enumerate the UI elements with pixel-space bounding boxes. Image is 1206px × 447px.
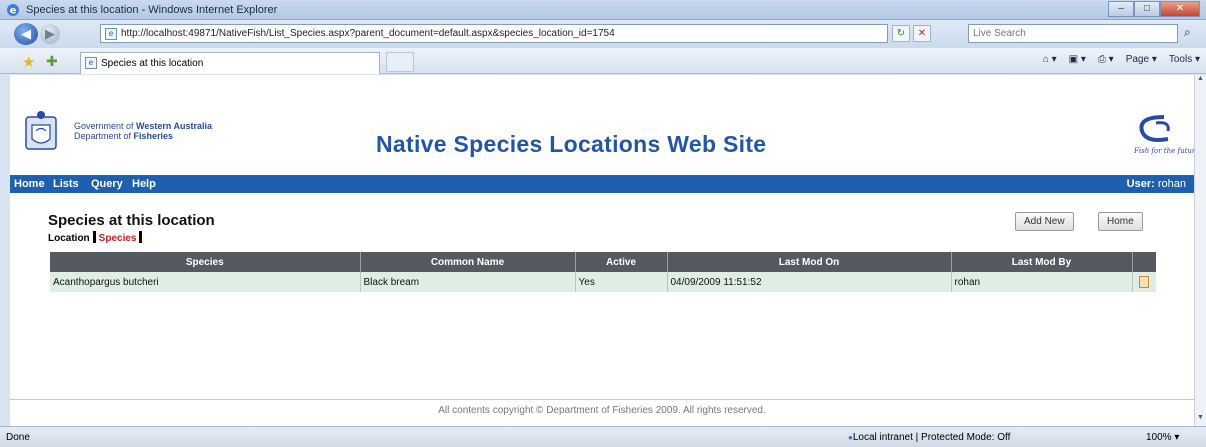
search-box[interactable] [968, 24, 1178, 43]
stop-button[interactable]: ✕ [913, 25, 931, 42]
home-button[interactable]: Home [1098, 212, 1143, 231]
address-url: http://localhost:49871/NativeFish/List_S… [121, 28, 615, 39]
government-branding: Government of Western Australia Departme… [74, 121, 212, 141]
menu-item-lists[interactable]: Lists [53, 178, 79, 190]
gov-line1-bold: Western Australia [136, 121, 213, 131]
main-menu-bar: Home Lists Query Help User: rohan [10, 175, 1194, 193]
menu-item-help[interactable]: Help [132, 178, 156, 190]
scroll-up-icon[interactable]: ▲ [1195, 75, 1206, 87]
site-title: Native Species Locations Web Site [376, 131, 767, 157]
copyright-text: All contents copyright © Department of F… [438, 405, 766, 416]
sub-tabs: Location Species [48, 231, 145, 244]
current-user: User: rohan [1127, 178, 1186, 190]
status-bar: Done Local intranet | Protected Mode: Of… [0, 426, 1206, 447]
cell-common-name: Black bream [360, 272, 576, 292]
zoom-level[interactable]: 100% ▾ [1146, 432, 1179, 443]
address-bar-row: ◀ ▶ e http://localhost:49871/NativeFish/… [0, 20, 1206, 48]
tab-label: Species at this location [101, 58, 204, 69]
back-button[interactable]: ◀ [14, 23, 38, 45]
feeds-icon[interactable]: ▣ ▾ [1069, 54, 1086, 65]
favorites-star-icon[interactable]: ★ [22, 53, 35, 71]
internet-explorer-icon: e [7, 4, 19, 17]
page-title: Species at this location [48, 212, 215, 229]
tab-species[interactable]: Species [99, 233, 137, 244]
tab-page-icon: e [85, 57, 97, 69]
forward-arrow-icon: ▶ [45, 26, 55, 41]
column-header-last-mod-by[interactable]: Last Mod By [951, 252, 1133, 272]
home-toolbar-icon[interactable]: ⌂ ▾ [1043, 54, 1057, 65]
tab-location[interactable]: Location [48, 233, 90, 244]
add-new-button[interactable]: Add New [1015, 212, 1074, 231]
page-icon: e [105, 28, 117, 40]
cell-species: Acanthopargus butcheri [50, 272, 361, 292]
fisheries-logo: Fish for the future [1134, 113, 1194, 155]
tab-separator [92, 231, 96, 243]
cell-last-mod-on: 04/09/2009 11:51:52 [667, 272, 952, 292]
column-header-last-mod-on[interactable]: Last Mod On [667, 252, 952, 272]
window-title: Species at this location - Windows Inter… [26, 4, 278, 16]
gov-line2-prefix: Department of [74, 131, 134, 141]
web-page: Government of Western Australia Departme… [10, 75, 1194, 426]
back-arrow-icon: ◀ [21, 26, 31, 41]
maximize-button[interactable]: □ [1134, 1, 1160, 17]
print-icon[interactable]: ⎙ ▾ [1098, 54, 1114, 65]
status-text: Done [6, 432, 30, 443]
tab-separator [139, 231, 143, 243]
minimize-button[interactable]: – [1108, 1, 1134, 17]
column-header-actions [1132, 252, 1156, 272]
site-header: Government of Western Australia Departme… [10, 75, 1194, 175]
user-label: User: [1126, 178, 1155, 190]
search-input[interactable] [969, 25, 1159, 42]
column-header-active[interactable]: Active [575, 252, 668, 272]
close-button[interactable]: ✕ [1160, 1, 1200, 17]
page-menu[interactable]: Page ▾ [1126, 54, 1157, 65]
scroll-down-icon[interactable]: ▼ [1195, 414, 1206, 426]
search-icon[interactable]: ⌕ [1184, 25, 1191, 40]
tab-bar: ★ ✚ e Species at this location ⌂ ▾ ▣ ▾ ⎙… [0, 48, 1206, 74]
stop-icon: ✕ [917, 28, 927, 39]
security-zone[interactable]: Local intranet | Protected Mode: Off [848, 432, 1011, 443]
user-name: rohan [1157, 178, 1186, 190]
menu-item-query[interactable]: Query [91, 178, 123, 190]
fisheries-swirl-icon [1139, 115, 1170, 142]
footer-divider [10, 399, 1194, 400]
window-border [0, 75, 10, 426]
cell-actions [1132, 272, 1156, 292]
refresh-button[interactable]: ↻ [892, 25, 910, 42]
cell-last-mod-by: rohan [951, 272, 1133, 292]
table-row[interactable]: Acanthopargus butcheri Black bream Yes 0… [50, 272, 1156, 292]
gov-line2-bold: Fisheries [133, 131, 174, 141]
logo-tagline: Fish for the future [1134, 147, 1194, 155]
column-header-common-name[interactable]: Common Name [360, 252, 576, 272]
gov-line1-prefix: Government of [74, 121, 137, 131]
edit-record-icon[interactable] [1138, 276, 1149, 288]
refresh-icon: ↻ [896, 28, 906, 39]
browser-tab[interactable]: e Species at this location [80, 52, 380, 74]
species-table: Species Common Name Active Last Mod On L… [50, 252, 1156, 292]
cell-active: Yes [575, 272, 668, 292]
wa-crest-logo [25, 111, 57, 150]
vertical-scrollbar[interactable]: ▲ ▼ [1194, 75, 1206, 426]
forward-button[interactable]: ▶ [40, 24, 60, 44]
menu-item-home[interactable]: Home [14, 178, 45, 190]
add-favorites-icon[interactable]: ✚ [46, 53, 58, 70]
new-tab-button[interactable] [386, 52, 414, 72]
address-input[interactable]: e http://localhost:49871/NativeFish/List… [100, 24, 888, 43]
table-header-row: Species Common Name Active Last Mod On L… [50, 252, 1156, 272]
window-title-bar: e Species at this location - Windows Int… [0, 0, 1206, 20]
tools-menu[interactable]: Tools ▾ [1169, 54, 1200, 65]
svg-text:e: e [10, 6, 17, 17]
column-header-species[interactable]: Species [50, 252, 361, 272]
